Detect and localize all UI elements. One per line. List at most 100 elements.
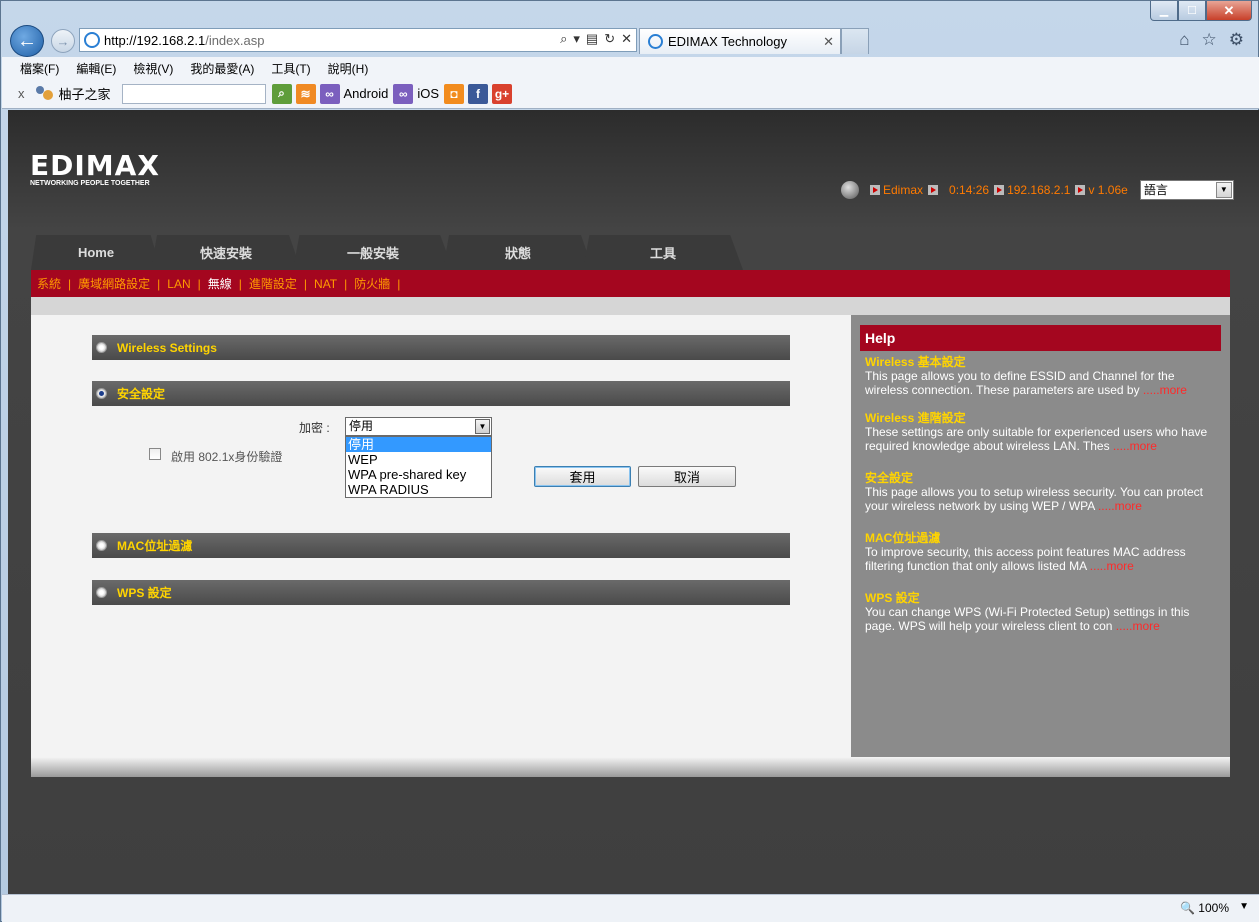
browser-tab[interactable]: EDIMAX Technology ✕ <box>639 28 841 54</box>
help-more-link[interactable]: .....more <box>1143 383 1187 397</box>
menu-edit[interactable]: 編輯(E) <box>76 60 116 77</box>
help-more-link[interactable]: .....more <box>1116 619 1160 633</box>
forward-button[interactable]: → <box>51 29 75 53</box>
enable-8021x-checkbox[interactable] <box>149 448 161 460</box>
section-wps[interactable]: WPS 設定 <box>92 580 790 605</box>
zoom-dropdown-icon[interactable]: ▼ <box>1239 901 1249 912</box>
address-bar[interactable]: http://192.168.2.1/index.asp ⌕ ▾ ▤ ↻ ✕ <box>79 28 637 52</box>
tab-general-setup[interactable]: 一般安裝 <box>293 235 453 270</box>
language-select[interactable]: 語言 ▼ <box>1139 180 1234 200</box>
menu-tools[interactable]: 工具(T) <box>271 60 310 77</box>
option-wpa-radius[interactable]: WPA RADIUS <box>346 482 491 497</box>
ie-tab-icon <box>648 34 663 49</box>
maximize-button[interactable]: ☐ <box>1178 1 1206 21</box>
menu-view[interactable]: 檢視(V) <box>133 60 173 77</box>
tab-quick-setup[interactable]: 快速安裝 <box>151 235 301 270</box>
home-icon[interactable]: ⌂ <box>1179 30 1189 50</box>
radio-selected-icon[interactable] <box>96 388 107 399</box>
fav-android[interactable]: Android <box>344 86 389 101</box>
settings-panel: Wireless Settings 安全設定 加密 : 停用 ▼ 停用 WEP … <box>31 315 851 757</box>
settings-gear-icon[interactable]: ⚙ <box>1229 30 1244 50</box>
help-block-title[interactable]: 安全設定 <box>865 471 1215 485</box>
menu-help[interactable]: 說明(H) <box>328 60 369 77</box>
arrow-icon <box>870 185 880 195</box>
tab-status[interactable]: 狀態 <box>443 235 593 270</box>
minimize-button[interactable]: ▁ <box>1150 1 1178 21</box>
status-info: Edimax 0:14:26 192.168.2.1 v 1.06e 語言 ▼ <box>841 180 1234 200</box>
compat-view-icon[interactable]: ▤ <box>586 31 598 47</box>
dropdown-icon[interactable]: ▾ <box>573 31 580 47</box>
rss-icon[interactable]: ≋ <box>295 83 316 104</box>
browser-tools: ⌂ ☆ ⚙ <box>1179 30 1244 50</box>
menu-favorites[interactable]: 我的最愛(A) <box>190 60 254 77</box>
subnav-lan[interactable]: LAN <box>167 277 190 291</box>
subnav-system[interactable]: 系統 <box>37 275 61 292</box>
facebook-icon[interactable]: f <box>468 83 488 104</box>
globe-icon <box>841 181 859 199</box>
help-block-title[interactable]: Wireless 基本設定 <box>865 355 1215 369</box>
subnav-firewall[interactable]: 防火牆 <box>354 275 390 292</box>
radio-icon[interactable] <box>96 342 107 353</box>
google-plus-icon[interactable]: g+ <box>492 83 512 104</box>
favorites-star-icon[interactable]: ☆ <box>1202 30 1217 50</box>
help-block: Wireless 基本設定 This page allows you to de… <box>865 355 1215 397</box>
encryption-select[interactable]: 停用 ▼ <box>345 417 492 436</box>
option-wpa-psk[interactable]: WPA pre-shared key <box>346 467 491 482</box>
encryption-options: 停用 WEP WPA pre-shared key WPA RADIUS <box>345 436 492 498</box>
radio-icon[interactable] <box>96 587 107 598</box>
fav-ios[interactable]: iOS <box>417 86 439 101</box>
help-block-title[interactable]: MAC位址過濾 <box>865 531 1215 545</box>
status-user: Edimax <box>883 183 924 197</box>
section-security[interactable]: 安全設定 <box>92 381 790 406</box>
toolbar-search-input[interactable] <box>121 83 266 104</box>
help-more-link[interactable]: .....more <box>1098 499 1142 513</box>
tab-home[interactable]: Home <box>31 235 161 270</box>
search-icon[interactable]: ⌕ <box>271 83 292 104</box>
stop-icon[interactable]: ✕ <box>621 31 632 47</box>
new-tab-button[interactable] <box>841 28 869 54</box>
close-button[interactable]: ✕ <box>1206 1 1252 21</box>
page-bottom-bar <box>31 757 1230 777</box>
chevron-down-icon: ▼ <box>1215 182 1232 198</box>
user-icon <box>33 84 55 104</box>
address-path: /index.asp <box>205 32 265 48</box>
arrow-icon <box>994 185 1005 195</box>
apply-button[interactable]: 套用 <box>534 466 631 487</box>
help-block-title[interactable]: WPS 設定 <box>865 591 1215 605</box>
zoom-level[interactable]: 🔍 100% <box>1180 901 1229 915</box>
help-block: Wireless 進階設定 These settings are only su… <box>865 411 1215 453</box>
help-title: Help <box>860 325 1221 351</box>
close-tab-icon[interactable]: ✕ <box>823 34 834 50</box>
subnav-advanced[interactable]: 進階設定 <box>249 275 297 292</box>
section-wireless-settings[interactable]: Wireless Settings <box>92 335 790 360</box>
back-button[interactable]: ← <box>10 25 44 57</box>
link-icon[interactable]: ∞ <box>393 83 414 104</box>
subnav-wireless[interactable]: 無線 <box>208 275 232 292</box>
link-icon[interactable]: ∞ <box>319 83 340 104</box>
subnav-wan[interactable]: 廣域網路設定 <box>78 275 150 292</box>
blogger-icon[interactable]: ◘ <box>444 83 464 104</box>
browser-status-bar: 🔍 100% ▼ <box>2 894 1259 922</box>
option-wep[interactable]: WEP <box>346 452 491 467</box>
help-more-link[interactable]: .....more <box>1090 559 1134 573</box>
help-more-link[interactable]: .....more <box>1113 439 1157 453</box>
close-toolbar-icon[interactable]: x <box>18 86 25 101</box>
section-mac-filter[interactable]: MAC位址過濾 <box>92 533 790 558</box>
section-label: WPS 設定 <box>117 586 172 600</box>
status-ip: 192.168.2.1 <box>1007 183 1071 197</box>
radio-icon[interactable] <box>96 540 107 551</box>
refresh-icon[interactable]: ↻ <box>604 31 615 47</box>
option-disabled[interactable]: 停用 <box>346 437 491 452</box>
section-label: MAC位址過濾 <box>117 539 193 553</box>
menu-file[interactable]: 檔案(F) <box>20 60 59 77</box>
address-controls: ⌕ ▾ ▤ ↻ ✕ <box>560 31 632 47</box>
cancel-button[interactable]: 取消 <box>638 466 736 487</box>
tab-title: EDIMAX Technology <box>668 34 787 49</box>
fav-user-label[interactable]: 柚子之家 <box>59 84 111 103</box>
subnav-nat[interactable]: NAT <box>314 277 337 291</box>
help-block-title[interactable]: Wireless 進階設定 <box>865 411 1215 425</box>
search-icon[interactable]: ⌕ <box>560 31 567 47</box>
help-block-text: This page allows you to define ESSID and… <box>865 369 1175 397</box>
sub-navigation: 系統 | 廣域網路設定 | LAN | 無線 | 進階設定 | NAT | 防火牆 | <box>31 270 1230 297</box>
tab-tools[interactable]: 工具 <box>583 235 743 270</box>
